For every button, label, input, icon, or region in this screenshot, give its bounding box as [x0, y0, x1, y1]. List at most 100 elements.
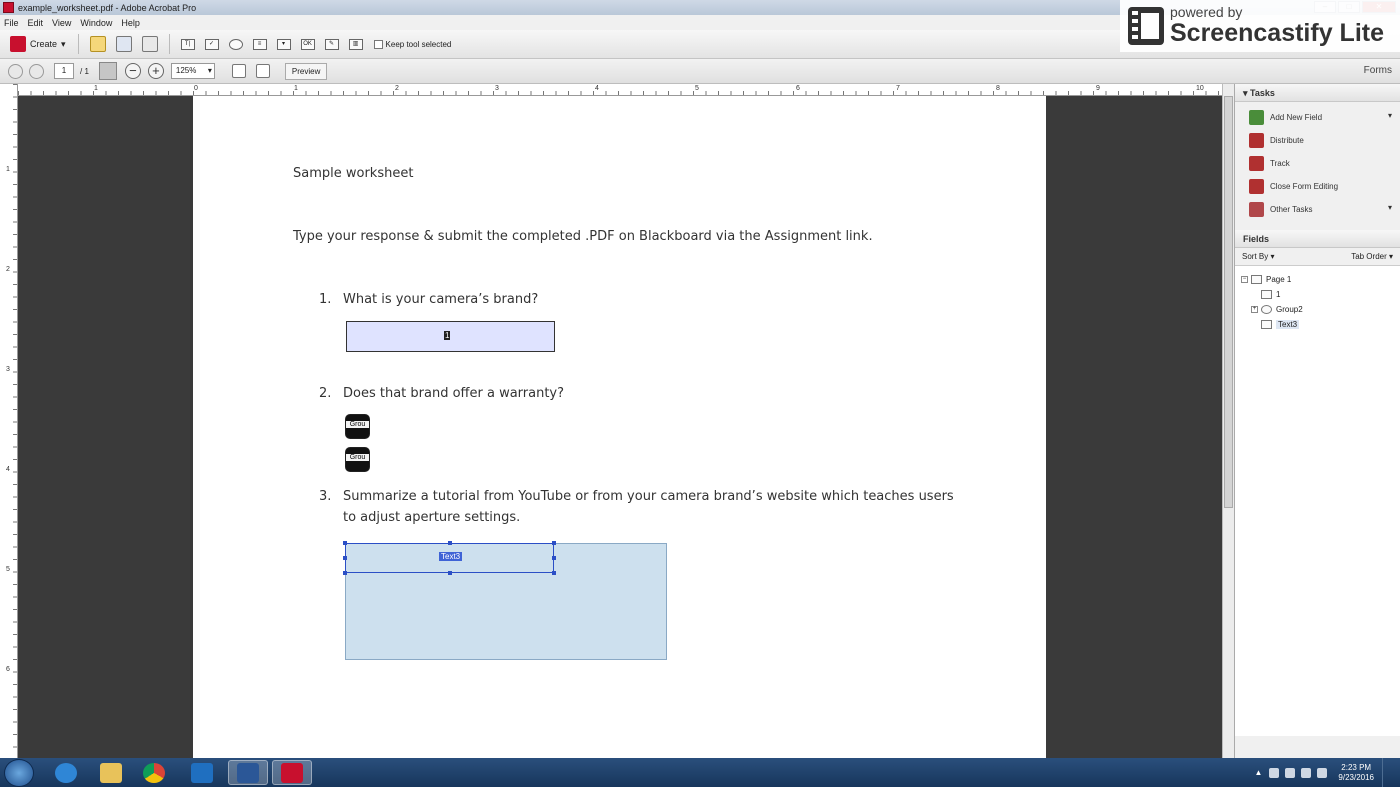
zoom-in-icon[interactable]: +	[147, 63, 164, 79]
word-icon	[237, 762, 259, 783]
volume-icon[interactable]	[1317, 767, 1328, 778]
task-distribute[interactable]: Distribute	[1235, 129, 1400, 152]
save-icon[interactable]	[115, 36, 132, 52]
start-button[interactable]	[4, 759, 34, 787]
text-field-1[interactable]: 1	[346, 321, 555, 352]
open-folder-icon[interactable]	[89, 36, 106, 52]
pdf-page[interactable]: Sample worksheet Type your response & su…	[193, 96, 1046, 758]
q1-number: 1.	[319, 292, 332, 307]
tree-item-field-1[interactable]: 1	[1235, 287, 1400, 302]
select-cursor-icon[interactable]	[98, 62, 117, 80]
window-title: example_worksheet.pdf - Adobe Acrobat Pr…	[18, 2, 197, 13]
expand-icon[interactable]: +	[1251, 306, 1258, 313]
collapse-icon[interactable]: −	[1241, 276, 1248, 283]
taskbar-chrome[interactable]	[134, 760, 174, 785]
outlook-icon	[191, 762, 213, 783]
menu-help[interactable]: Help	[121, 18, 140, 28]
taskbar-outlook[interactable]	[182, 760, 222, 785]
menu-edit[interactable]: Edit	[28, 18, 44, 28]
resize-handle[interactable]	[343, 571, 347, 575]
action-center-icon[interactable]	[1269, 767, 1280, 778]
vertical-scrollbar[interactable]	[1222, 84, 1234, 758]
radio-group-label: Grou	[346, 421, 369, 428]
task-add-new-field[interactable]: Add New Field ▾	[1235, 106, 1400, 129]
resize-handle[interactable]	[552, 541, 556, 545]
show-desktop-button[interactable]	[1382, 758, 1392, 787]
print-icon[interactable]	[141, 36, 158, 52]
task-label: Close Form Editing	[1270, 182, 1339, 191]
resize-handle[interactable]	[343, 541, 347, 545]
taskbar-file-explorer[interactable]	[91, 760, 131, 785]
tab-order-dropdown[interactable]: Tab Order ▾	[1351, 252, 1393, 261]
add-field-icon	[1249, 110, 1264, 125]
barcode-tool-icon[interactable]: ▥	[348, 38, 363, 50]
document-viewport[interactable]: Sample worksheet Type your response & su…	[18, 96, 1222, 758]
task-track[interactable]: Track	[1235, 152, 1400, 175]
network-icon[interactable]	[1285, 767, 1296, 778]
radio-button-tool-icon[interactable]	[228, 38, 243, 50]
field-name-tag: Text3	[439, 552, 463, 561]
tree-item-page-1[interactable]: − Page 1	[1235, 272, 1400, 287]
menu-window[interactable]: Window	[80, 18, 112, 28]
radio-group-label: Grou	[346, 454, 369, 461]
tree-item-text3[interactable]: Text3	[1235, 317, 1400, 332]
scrollbar-thumb[interactable]	[1224, 96, 1233, 508]
text-field-text3[interactable]: Text3	[343, 541, 556, 575]
fields-section-header[interactable]: Fields	[1235, 230, 1400, 248]
task-close-form-editing[interactable]: Close Form Editing	[1235, 175, 1400, 198]
film-strip-icon	[1128, 7, 1164, 45]
other-tasks-icon	[1249, 202, 1264, 217]
keep-tool-checkbox[interactable]	[373, 39, 383, 49]
keep-tool-selected-option[interactable]: Keep tool selected	[373, 39, 451, 49]
resize-handle[interactable]	[448, 571, 452, 575]
next-page-icon[interactable]	[29, 63, 44, 79]
dropdown-tool-icon[interactable]: ▾	[276, 38, 291, 50]
clock-date: 9/23/2016	[1338, 772, 1374, 782]
forms-mode-label[interactable]: Forms	[1364, 65, 1392, 76]
text-field-icon	[1261, 320, 1272, 329]
fields-sort-row: Sort By ▾ Tab Order ▾	[1235, 248, 1400, 266]
resize-handle[interactable]	[343, 556, 347, 560]
resize-handle[interactable]	[552, 571, 556, 575]
task-other-tasks[interactable]: Other Tasks ▾	[1235, 198, 1400, 221]
tasks-section-header[interactable]: ▾ Tasks	[1235, 84, 1400, 102]
clock[interactable]: 2:23 PM 9/23/2016	[1338, 763, 1374, 783]
menu-file[interactable]: File	[4, 18, 19, 28]
previous-page-icon[interactable]	[8, 63, 23, 79]
taskbar-acrobat[interactable]	[272, 760, 312, 785]
internet-explorer-icon	[55, 762, 77, 783]
page-number-input[interactable]: 1	[54, 63, 74, 79]
radio-button-group-option-1[interactable]: Grou	[345, 414, 370, 439]
ruler-tick-label: 3	[6, 366, 10, 373]
ruler-tick-label: 1	[6, 166, 10, 173]
tasks-title: Tasks	[1250, 88, 1275, 98]
windows-taskbar: ▲ 2:23 PM 9/23/2016	[0, 758, 1400, 787]
sort-by-dropdown[interactable]: Sort By ▾	[1242, 252, 1274, 261]
tree-item-group2[interactable]: + Group2	[1235, 302, 1400, 317]
fit-page-icon[interactable]	[231, 64, 246, 78]
distribute-icon	[1249, 133, 1264, 148]
resize-handle[interactable]	[448, 541, 452, 545]
button-tool-icon[interactable]: OK	[300, 38, 315, 50]
chrome-icon	[143, 762, 165, 783]
digital-signature-tool-icon[interactable]: ✎	[324, 38, 339, 50]
zoom-out-icon[interactable]: −	[124, 63, 141, 79]
clock-time: 2:23 PM	[1341, 762, 1372, 772]
show-hidden-icons-icon[interactable]: ▲	[1254, 768, 1262, 777]
text-field-tool-icon[interactable]: T|	[180, 38, 195, 50]
zoom-level-select[interactable]: 125%	[170, 63, 215, 79]
menu-view[interactable]: View	[52, 18, 71, 28]
preview-button[interactable]: Preview	[284, 62, 328, 80]
radio-button-group-option-2[interactable]: Grou	[345, 447, 370, 472]
q3-text-line1: Summarize a tutorial from YouTube or fro…	[343, 489, 954, 504]
resize-handle[interactable]	[552, 556, 556, 560]
checkbox-tool-icon[interactable]: ✓	[204, 38, 219, 50]
tree-item-label: Text3	[1276, 320, 1300, 329]
display-icon[interactable]	[1301, 767, 1312, 778]
taskbar-internet-explorer[interactable]	[46, 760, 86, 785]
acrobat-app-icon	[3, 2, 14, 13]
taskbar-word[interactable]	[228, 760, 268, 785]
list-box-tool-icon[interactable]: ≡	[252, 38, 267, 50]
full-screen-icon[interactable]	[255, 64, 270, 78]
create-button[interactable]: Create ▾	[8, 36, 72, 52]
